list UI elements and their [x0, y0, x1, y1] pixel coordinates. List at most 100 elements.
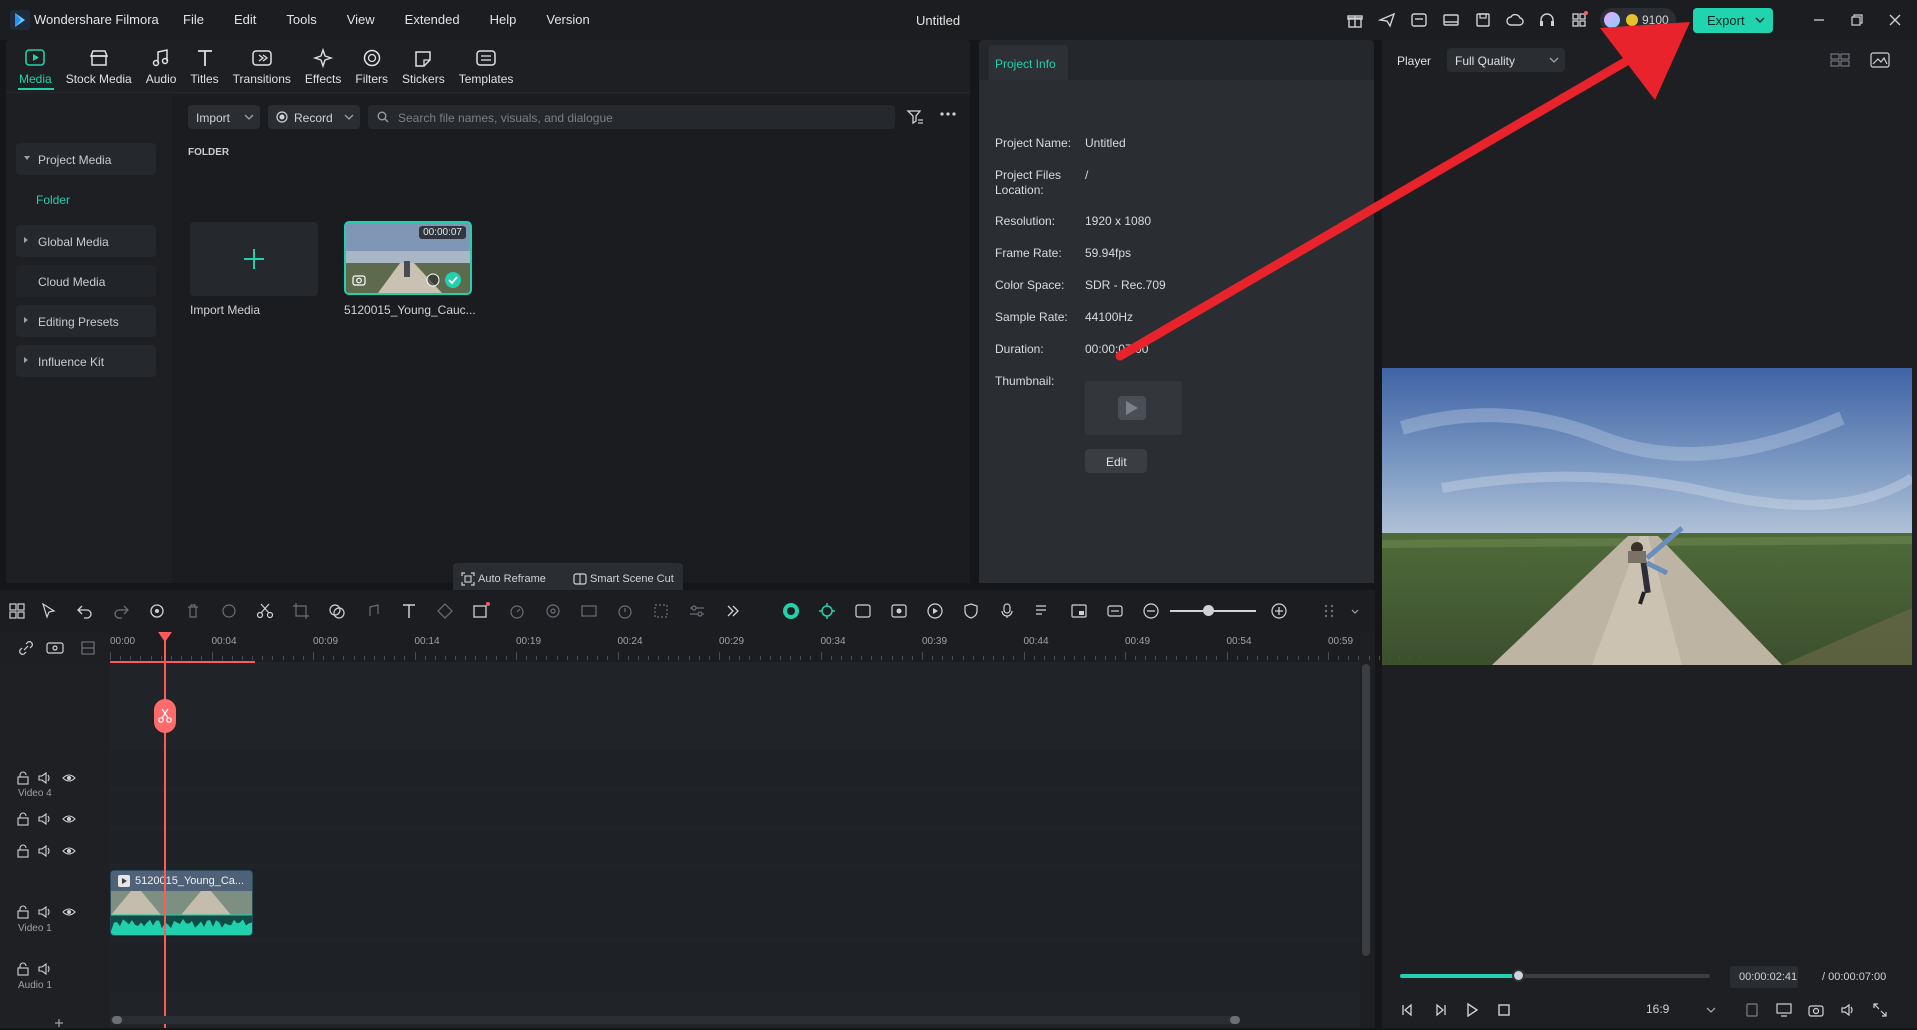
- drag-handle-icon[interactable]: [1320, 602, 1338, 620]
- text-tool-icon[interactable]: [400, 602, 418, 620]
- snapshot-camera-icon[interactable]: [1808, 1002, 1824, 1018]
- tab-stock-media[interactable]: Stock Media: [59, 40, 139, 90]
- layout-grid-icon[interactable]: [8, 602, 26, 620]
- track-layout-icon[interactable]: [80, 640, 96, 656]
- microphone-icon[interactable]: [998, 602, 1016, 620]
- voiceover-list-icon[interactable]: [1034, 602, 1052, 620]
- next-frame-icon[interactable]: [1432, 1002, 1448, 1018]
- rectangle-mask-icon[interactable]: [472, 602, 490, 620]
- motion-track-icon[interactable]: [652, 602, 670, 620]
- import-dropdown[interactable]: Import: [188, 105, 260, 129]
- layout-icon[interactable]: [1442, 11, 1460, 29]
- zoom-slider-handle[interactable]: [1203, 605, 1214, 616]
- sidebar-item-project-media[interactable]: Project Media: [16, 143, 156, 175]
- auto-highlight-icon[interactable]: [818, 602, 836, 620]
- media-library-icon[interactable]: [1410, 11, 1428, 29]
- record-dropdown[interactable]: Record: [268, 105, 360, 129]
- select-pointer-icon[interactable]: [40, 602, 58, 620]
- lock-icon[interactable]: [16, 962, 30, 976]
- link-unlink-icon[interactable]: [18, 640, 34, 656]
- tab-titles[interactable]: Titles: [183, 40, 225, 90]
- playhead-cut-button[interactable]: [154, 699, 176, 733]
- screen-record-icon[interactable]: [890, 602, 908, 620]
- render-preview-icon[interactable]: [1744, 1002, 1760, 1018]
- menu-version[interactable]: Version: [546, 12, 589, 27]
- timeline-video-clip[interactable]: 5120015_Young_Ca...: [110, 870, 253, 936]
- fit-timeline-icon[interactable]: [1106, 602, 1124, 620]
- zoom-in-icon[interactable]: [1270, 602, 1288, 620]
- previous-frame-icon[interactable]: [1400, 1002, 1416, 1018]
- avatar[interactable]: [1604, 12, 1620, 28]
- tab-filters[interactable]: Filters: [348, 40, 395, 90]
- search-input[interactable]: Search file names, visuals, and dialogue: [368, 105, 895, 129]
- ai-image-icon[interactable]: [854, 602, 872, 620]
- color-match-icon[interactable]: [328, 602, 346, 620]
- playhead-handle[interactable]: [158, 632, 172, 642]
- quality-dropdown[interactable]: Full Quality: [1447, 48, 1565, 72]
- chevron-down-icon[interactable]: [1346, 602, 1364, 620]
- tab-effects[interactable]: Effects: [298, 40, 348, 90]
- headset-icon[interactable]: [1538, 11, 1556, 29]
- speaker-icon[interactable]: [38, 905, 52, 919]
- thumbnail-preview[interactable]: [1085, 381, 1182, 435]
- image-icon[interactable]: [1870, 52, 1890, 68]
- delete-icon[interactable]: [184, 602, 202, 620]
- menu-edit[interactable]: Edit: [234, 12, 256, 27]
- current-time-field[interactable]: 00:00:02:41: [1730, 966, 1798, 988]
- tab-audio[interactable]: Audio: [139, 40, 184, 90]
- timeline-vertical-scrollbar[interactable]: [1362, 664, 1370, 956]
- play-circle-icon[interactable]: [926, 602, 944, 620]
- menu-tools[interactable]: Tools: [286, 12, 316, 27]
- tab-transitions[interactable]: Transitions: [226, 40, 298, 90]
- speaker-icon[interactable]: [38, 844, 52, 858]
- edit-thumbnail-button[interactable]: Edit: [1085, 449, 1147, 473]
- grid-view-icon[interactable]: [1830, 52, 1850, 68]
- add-track-icon[interactable]: [46, 640, 64, 656]
- keyframe-icon[interactable]: [436, 602, 454, 620]
- sidebar-item-cloud-media[interactable]: Cloud Media: [16, 265, 156, 297]
- cloud-upload-icon[interactable]: [1506, 11, 1524, 29]
- sidebar-item-folder[interactable]: Folder: [36, 193, 70, 207]
- menu-help[interactable]: Help: [490, 12, 517, 27]
- play-icon[interactable]: [1464, 1002, 1480, 1018]
- filter-sort-icon[interactable]: [906, 108, 924, 126]
- eye-icon[interactable]: [62, 844, 76, 858]
- media-clip-thumbnail[interactable]: 00:00:07: [344, 221, 472, 295]
- speaker-icon[interactable]: [38, 771, 52, 785]
- shield-icon[interactable]: [962, 602, 980, 620]
- display-icon[interactable]: [1776, 1002, 1792, 1018]
- track-lane-video-4[interactable]: [110, 750, 1360, 786]
- menu-view[interactable]: View: [347, 12, 375, 27]
- tab-media[interactable]: Media: [12, 40, 59, 90]
- scissors-icon[interactable]: [256, 602, 274, 620]
- playhead-line[interactable]: [164, 632, 166, 1028]
- aspect-ratio-dropdown[interactable]: 16:9: [1646, 1002, 1669, 1016]
- track-lane-video-2[interactable]: [110, 830, 1360, 864]
- tab-templates[interactable]: Templates: [452, 40, 521, 90]
- export-button[interactable]: Export: [1693, 8, 1773, 33]
- track-lane-video-1[interactable]: [110, 868, 1360, 938]
- track-lane-audio-1[interactable]: [110, 942, 1360, 992]
- import-media-tile[interactable]: [190, 222, 318, 296]
- timeline-tracks[interactable]: [110, 662, 1360, 1028]
- sidebar-item-influence-kit[interactable]: Influence Kit: [16, 345, 156, 377]
- adjust-sliders-icon[interactable]: [688, 602, 706, 620]
- fullscreen-icon[interactable]: [1872, 1002, 1888, 1018]
- volume-icon[interactable]: [1840, 1002, 1856, 1018]
- send-icon[interactable]: [1378, 11, 1396, 29]
- lock-icon[interactable]: [16, 905, 30, 919]
- sidebar-item-editing-presets[interactable]: Editing Presets: [16, 305, 156, 337]
- stop-icon[interactable]: [1496, 1002, 1512, 1018]
- tab-project-info[interactable]: Project Info: [989, 45, 1068, 80]
- crop-icon[interactable]: [292, 602, 310, 620]
- gift-icon[interactable]: [1346, 11, 1364, 29]
- sidebar-item-global-media[interactable]: Global Media: [16, 225, 156, 257]
- save-icon[interactable]: [1474, 11, 1492, 29]
- speaker-icon[interactable]: [38, 962, 52, 976]
- audio-adjust-icon[interactable]: [364, 602, 382, 620]
- minimize-icon[interactable]: [1810, 11, 1828, 29]
- timeline-horizontal-scrollbar[interactable]: [110, 1016, 1240, 1024]
- menu-extended[interactable]: Extended: [405, 12, 460, 27]
- progress-handle[interactable]: [1511, 969, 1525, 982]
- stabilize-icon[interactable]: [544, 602, 562, 620]
